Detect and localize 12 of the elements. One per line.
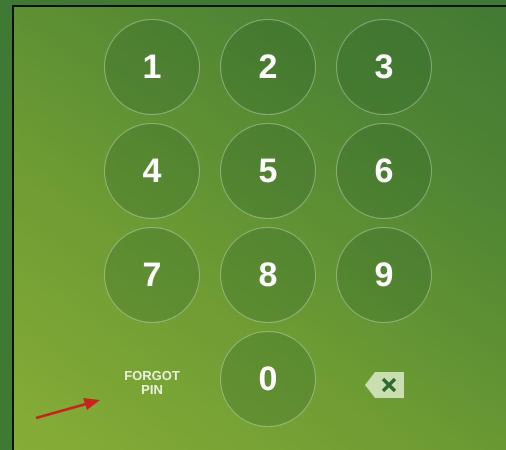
digit-key[interactable]: 8 (220, 227, 316, 323)
delete-button[interactable] (364, 372, 404, 398)
digit-key[interactable]: 0 (220, 331, 316, 427)
digit-key[interactable]: 4 (104, 123, 200, 219)
forgot-pin-link[interactable]: FORGOT PIN (115, 369, 189, 397)
digit-key[interactable]: 7 (104, 227, 200, 323)
digit-key[interactable]: 3 (336, 19, 432, 115)
digit-key[interactable]: 1 (104, 19, 200, 115)
digit-key[interactable]: 9 (336, 227, 432, 323)
digit-key[interactable]: 6 (336, 123, 432, 219)
digit-key[interactable]: 2 (220, 19, 316, 115)
digit-key[interactable]: 5 (220, 123, 316, 219)
